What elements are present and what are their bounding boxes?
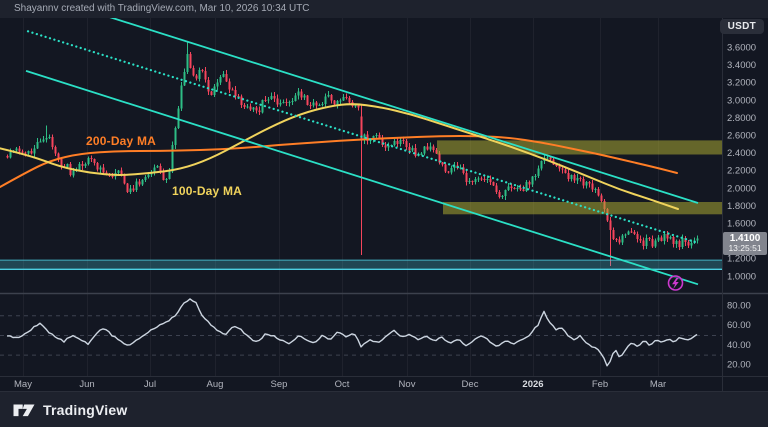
- rsi-tick-label: 40.00: [727, 340, 751, 351]
- price-tick-label: 2.6000: [727, 131, 756, 142]
- support-zone[interactable]: [0, 260, 722, 270]
- time-tick-label: Oct: [335, 379, 350, 390]
- rsi-line: [7, 298, 698, 367]
- time-axis[interactable]: May Jun Jul Aug Sep Oct Nov Dec 2026 Feb Mar: [14, 379, 666, 390]
- price-tick-label: 3.4000: [727, 60, 756, 71]
- symbol-badge[interactable]: USDT: [719, 19, 764, 34]
- time-tick-label: 2026: [522, 379, 543, 390]
- ma200-label: 200-Day MA: [86, 134, 157, 148]
- price-tick-label: 1.8000: [727, 201, 756, 212]
- time-tick-label: Jun: [79, 379, 94, 390]
- price-tick-label: 1.0000: [727, 271, 756, 282]
- rsi-gridlines: [0, 315, 722, 356]
- lightning-marker[interactable]: [667, 275, 684, 291]
- time-tick-label: Nov: [399, 379, 416, 390]
- rsi-tick-label: 60.00: [727, 320, 751, 331]
- price-tick-label: 1.2000: [727, 254, 756, 265]
- ma100-label: 100-Day MA: [172, 184, 243, 198]
- time-tick-label: Feb: [592, 379, 608, 390]
- price-tick-label: 1.6000: [727, 219, 756, 230]
- grid-vertical: [23, 18, 659, 376]
- time-tick-label: Jul: [144, 379, 156, 390]
- tradingview-chart-widget: Shayannv created with TradingView.com, M…: [0, 0, 768, 427]
- rsi-axis[interactable]: 80.00 60.00 40.00 20.00: [727, 301, 751, 371]
- price-tick-label: 3.2000: [727, 78, 756, 89]
- time-tick-label: Dec: [462, 379, 479, 390]
- price-tick-label: 2.8000: [727, 113, 756, 124]
- tradingview-logo-icon[interactable]: [13, 403, 35, 417]
- price-tick-label: 3.6000: [727, 43, 756, 54]
- time-tick-label: Aug: [207, 379, 224, 390]
- price-tick-label: 2.4000: [727, 148, 756, 159]
- time-tick-label: Mar: [650, 379, 666, 390]
- ma100-line: [0, 103, 679, 210]
- footer-bar: TradingView: [0, 391, 768, 427]
- price-chart-canvas[interactable]: 3.6000 3.4000 3.2000 3.0000 2.8000 2.6000 2.40…: [0, 0, 768, 427]
- channel-top-line[interactable]: [28, 0, 699, 204]
- bar-countdown: 13:25:51: [728, 243, 762, 253]
- tradingview-logo-text[interactable]: TradingView: [43, 402, 127, 418]
- last-price-tag[interactable]: 1.4100 13:25:51: [723, 232, 767, 255]
- rsi-tick-label: 80.00: [727, 301, 751, 312]
- resistance-lower-zone[interactable]: [443, 202, 722, 215]
- resistance-upper-zone[interactable]: [437, 140, 722, 155]
- price-tick-label: 3.0000: [727, 95, 756, 106]
- attribution-text: Shayannv created with TradingView.com, M…: [14, 3, 310, 14]
- price-tick-label: 2.2000: [727, 166, 756, 177]
- time-tick-label: Sep: [271, 379, 288, 390]
- rsi-tick-label: 20.00: [727, 360, 751, 371]
- attribution-bar: Shayannv created with TradingView.com, M…: [0, 0, 768, 18]
- price-tick-label: 2.0000: [727, 183, 756, 194]
- time-tick-label: May: [14, 379, 32, 390]
